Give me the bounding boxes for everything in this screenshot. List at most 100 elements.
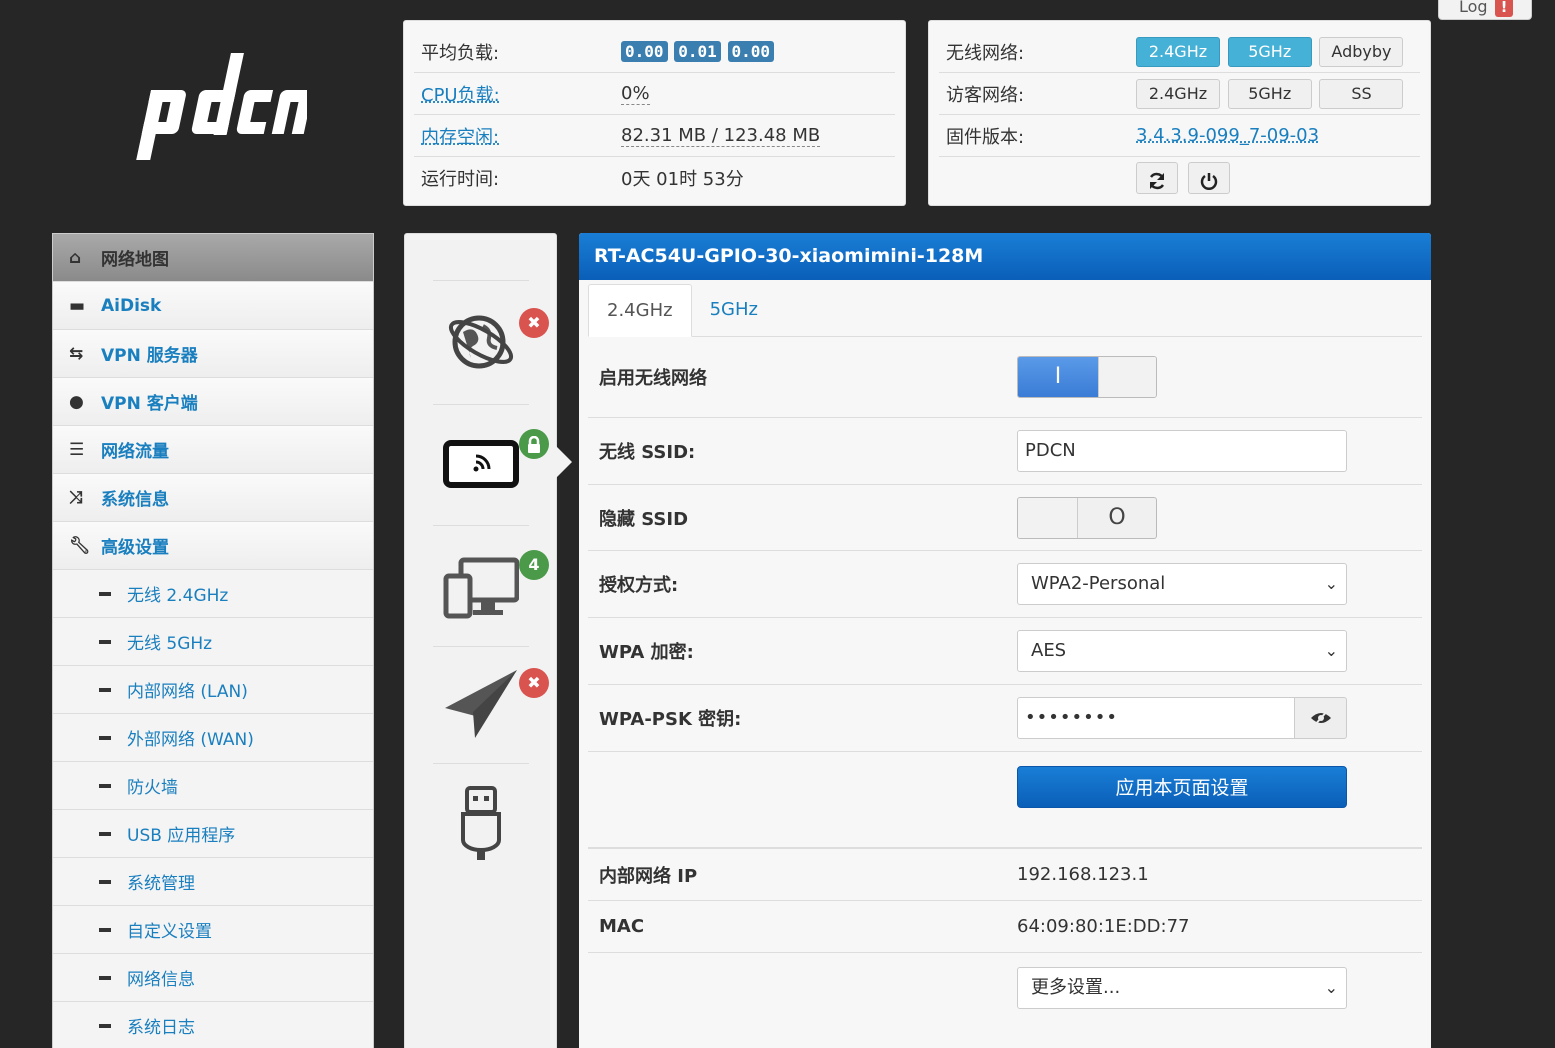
show-password-button[interactable] — [1295, 697, 1347, 739]
firmware-row: 固件版本: 3.4.3.9-099_7-09-03 — [939, 115, 1420, 157]
network-map-rail: ✖ 4 ✖ — [404, 233, 557, 1048]
ssid-input[interactable]: PDCN — [1017, 430, 1347, 472]
sidebar-sub-usb[interactable]: USB 应用程序 — [53, 810, 373, 858]
guest-24-button[interactable]: 2.4GHz — [1136, 78, 1220, 109]
dash-icon — [99, 927, 111, 932]
dash-icon — [99, 975, 111, 980]
auth-select[interactable]: WPA2-Personal ⌄ — [1017, 563, 1347, 605]
wireless-24-button[interactable]: 2.4GHz — [1136, 36, 1220, 67]
mac-value: 64:09:80:1E:DD:77 — [1017, 916, 1190, 937]
sidebar-sub-label: 网络信息 — [127, 970, 195, 990]
wireless-5-button[interactable]: 5GHz — [1227, 36, 1312, 67]
refresh-button[interactable] — [1136, 162, 1178, 194]
rail-selection-arrow — [556, 446, 572, 478]
adbyby-button[interactable]: Adbyby — [1319, 36, 1404, 67]
sidebar-sub-syslog[interactable]: 系统日志 — [53, 1002, 373, 1048]
sidebar-item-label: 网络地图 — [101, 250, 169, 270]
memory-free-link[interactable]: 内存空闲: — [414, 123, 621, 149]
sidebar-nav: ⌂ 网络地图 ▬ AiDisk ⇆ VPN 服务器 ● VPN 客户端 ☰ 网络… — [52, 233, 374, 1048]
retweet-icon: ⇆ — [69, 343, 84, 364]
hide-ssid-row: 隐藏 SSID O — [588, 485, 1422, 551]
chevron-down-icon: ⌄ — [1324, 574, 1338, 593]
clients-devices-icon[interactable] — [443, 556, 519, 620]
sidebar-item-network-map[interactable]: ⌂ 网络地图 — [53, 234, 373, 282]
ssid-label: 无线 SSID: — [599, 442, 696, 463]
sidebar-item-traffic[interactable]: ☰ 网络流量 — [53, 426, 373, 474]
guest-5-button[interactable]: 5GHz — [1227, 78, 1312, 109]
rail-divider — [433, 404, 529, 405]
wireless-settings-panel: RT-AC54U-GPIO-30-xiaomimini-128M 2.4GHz … — [579, 233, 1431, 1048]
wireless-router-icon[interactable] — [443, 440, 519, 490]
ss-button[interactable]: SS — [1319, 78, 1404, 109]
internet-globe-icon[interactable] — [443, 304, 519, 380]
sidebar-sub-admin[interactable]: 系统管理 — [53, 858, 373, 906]
load-average-row: 平均负载: 0.00 0.01 0.00 — [414, 31, 895, 73]
sidebar-sub-label: 系统日志 — [127, 1018, 195, 1038]
dash-icon — [99, 591, 111, 596]
dash-icon — [99, 1023, 111, 1028]
sidebar-sub-label: 系统管理 — [127, 874, 195, 894]
sidebar-sub-lan[interactable]: 内部网络 (LAN) — [53, 666, 373, 714]
more-settings-select[interactable]: 更多设置... ⌄ — [1017, 967, 1347, 1009]
log-tab[interactable]: Log ! — [1438, 0, 1532, 20]
encryption-select[interactable]: AES ⌄ — [1017, 630, 1347, 672]
auth-select-value: WPA2-Personal — [1031, 573, 1166, 594]
enable-wireless-toggle[interactable]: I — [1017, 356, 1157, 398]
sidebar-item-label: AiDisk — [101, 295, 162, 316]
sidebar-sub-netinfo[interactable]: 网络信息 — [53, 954, 373, 1002]
tab-24ghz[interactable]: 2.4GHz — [588, 284, 692, 337]
sidebar-sub-label: 防火墙 — [127, 778, 178, 798]
sidebar-sub-wireless-5[interactable]: 无线 5GHz — [53, 618, 373, 666]
dash-icon — [99, 687, 111, 692]
sidebar-sub-firewall[interactable]: 防火墙 — [53, 762, 373, 810]
hdd-icon: ▬ — [69, 295, 86, 316]
cpu-load-row: CPU负载: 0% — [414, 73, 895, 115]
sidebar-item-advanced[interactable]: 🔧︎ 高级设置 — [53, 522, 373, 570]
sidebar-item-vpn-client[interactable]: ● VPN 客户端 — [53, 378, 373, 426]
pdcn-logo — [136, 53, 307, 160]
sidebar-sub-custom[interactable]: 自定义设置 — [53, 906, 373, 954]
cpu-load-link[interactable]: CPU负载: — [414, 81, 621, 107]
lan-ip-label: 内部网络 IP — [599, 865, 698, 887]
sidebar-sub-label: 无线 2.4GHz — [127, 586, 229, 606]
more-settings-row: 更多设置... ⌄ — [588, 953, 1422, 1023]
refresh-icon — [1149, 172, 1165, 189]
enable-wireless-row: 启用无线网络 I — [588, 337, 1422, 418]
globe-icon: ● — [69, 391, 84, 412]
usb-icon[interactable] — [459, 786, 503, 862]
apply-settings-button[interactable]: 应用本页面设置 — [1017, 766, 1347, 808]
toggle-off-label: O — [1108, 504, 1126, 530]
encryption-row: WPA 加密: AES ⌄ — [588, 618, 1422, 685]
firmware-link[interactable]: 3.4.3.9-099_7-09-03 — [1136, 125, 1319, 146]
auth-label: 授权方式: — [599, 575, 679, 596]
chevron-down-icon: ⌄ — [1324, 641, 1338, 660]
sidebar-sub-wan[interactable]: 外部网络 (WAN) — [53, 714, 373, 762]
memory-free-value: 82.31 MB / 123.48 MB — [621, 125, 821, 147]
memory-row: 内存空闲: 82.31 MB / 123.48 MB — [414, 115, 895, 157]
psk-row: WPA-PSK 密钥: •••••••• — [588, 685, 1422, 752]
vpn-status-badge: ✖ — [519, 668, 549, 698]
sidebar-sub-label: 无线 5GHz — [127, 634, 213, 654]
sidebar-sub-label: 外部网络 (WAN) — [127, 730, 254, 750]
uptime-row: 运行时间: 0天 01时 53分 — [414, 157, 895, 199]
sidebar-sub-wireless-24[interactable]: 无线 2.4GHz — [53, 570, 373, 618]
psk-input[interactable]: •••••••• — [1017, 697, 1295, 739]
wireless-lock-badge — [519, 429, 549, 459]
sidebar-item-label: 系统信息 — [101, 490, 169, 510]
sidebar-item-label: VPN 服务器 — [101, 346, 198, 366]
power-icon — [1200, 172, 1217, 190]
hide-ssid-toggle[interactable]: O — [1017, 496, 1157, 539]
power-button[interactable] — [1187, 162, 1230, 194]
ssid-row: 无线 SSID: PDCN — [588, 418, 1422, 485]
encryption-label: WPA 加密: — [599, 642, 694, 663]
chevron-down-icon: ⌄ — [1324, 978, 1338, 997]
tab-5ghz[interactable]: 5GHz — [692, 284, 776, 337]
vpn-paper-plane-icon[interactable] — [443, 670, 519, 740]
more-settings-value: 更多设置... — [1031, 977, 1121, 998]
dash-icon — [99, 639, 111, 644]
load-average-label: 平均负载: — [421, 42, 500, 64]
sidebar-item-vpn-server[interactable]: ⇆ VPN 服务器 — [53, 330, 373, 378]
sidebar-item-system-info[interactable]: ⤨ 系统信息 — [53, 474, 373, 522]
guest-label: 访客网络: — [946, 84, 1025, 106]
sidebar-item-aidisk[interactable]: ▬ AiDisk — [53, 282, 373, 330]
